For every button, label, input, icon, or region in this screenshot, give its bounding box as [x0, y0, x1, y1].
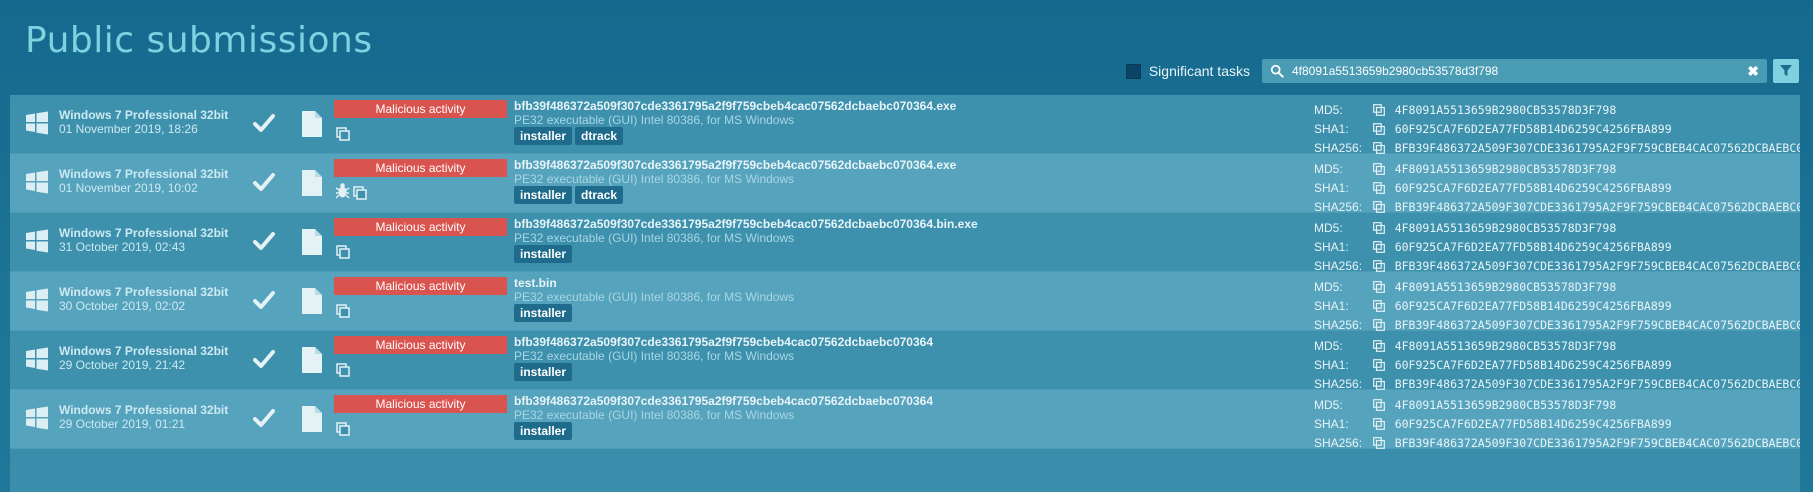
sha1-line: SHA1: 60F925CA7F6D2EA77FD58B14D6259C4256…	[1314, 240, 1672, 254]
search-input[interactable]	[1292, 64, 1742, 78]
copy-sha256-icon[interactable]	[1373, 142, 1386, 154]
sha256-label: SHA256:	[1314, 259, 1363, 272]
sha256-label: SHA256:	[1314, 377, 1363, 390]
sha1-label: SHA1:	[1314, 181, 1349, 195]
sha256-value[interactable]: BFB39F486372A509F307CDE3361795A2F9F759CB…	[1395, 436, 1800, 449]
sha1-label: SHA1:	[1314, 299, 1349, 313]
md5-value[interactable]: 4F8091A5513659B2980CB53578D3F798	[1395, 398, 1617, 412]
copy-sha256-icon[interactable]	[1373, 378, 1386, 390]
task-row[interactable]: Windows 7 Professional 32bit 31 October …	[10, 213, 1800, 272]
page-title: Public submissions	[25, 20, 373, 61]
md5-label: MD5:	[1314, 103, 1343, 117]
sha1-label: SHA1:	[1314, 240, 1349, 254]
sha256-line: SHA256: BFB39F486372A509F307CDE3361795A2…	[1314, 259, 1800, 272]
copy-sha1-icon[interactable]	[1373, 418, 1386, 430]
sha256-value[interactable]: BFB39F486372A509F307CDE3361795A2F9F759CB…	[1395, 259, 1800, 272]
copy-md5-icon[interactable]	[1373, 163, 1386, 175]
copy-sha1-icon[interactable]	[1373, 241, 1386, 253]
search-icon	[1270, 64, 1284, 78]
sha256-line: SHA256: BFB39F486372A509F307CDE3361795A2…	[1314, 141, 1800, 154]
md5-label: MD5:	[1314, 162, 1343, 176]
md5-value[interactable]: 4F8091A5513659B2980CB53578D3F798	[1395, 162, 1617, 176]
md5-line: MD5: 4F8091A5513659B2980CB53578D3F798	[1314, 339, 1616, 353]
hash-block: MD5: 4F8091A5513659B2980CB53578D3F798 SH…	[10, 154, 1800, 213]
sha256-line: SHA256: BFB39F486372A509F307CDE3361795A2…	[1314, 318, 1800, 331]
sha256-line: SHA256: BFB39F486372A509F307CDE3361795A2…	[1314, 200, 1800, 213]
sha1-value[interactable]: 60F925CA7F6D2EA77FD58B14D6259C4256FBA899	[1395, 358, 1672, 372]
copy-sha256-icon[interactable]	[1373, 319, 1386, 331]
copy-md5-icon[interactable]	[1373, 340, 1386, 352]
copy-sha1-icon[interactable]	[1373, 182, 1386, 194]
sha1-value[interactable]: 60F925CA7F6D2EA77FD58B14D6259C4256FBA899	[1395, 240, 1672, 254]
copy-sha1-icon[interactable]	[1373, 359, 1386, 371]
sha256-label: SHA256:	[1314, 141, 1363, 154]
md5-line: MD5: 4F8091A5513659B2980CB53578D3F798	[1314, 103, 1616, 117]
sha1-value[interactable]: 60F925CA7F6D2EA77FD58B14D6259C4256FBA899	[1395, 299, 1672, 313]
md5-value[interactable]: 4F8091A5513659B2980CB53578D3F798	[1395, 103, 1617, 117]
md5-value[interactable]: 4F8091A5513659B2980CB53578D3F798	[1395, 221, 1617, 235]
md5-line: MD5: 4F8091A5513659B2980CB53578D3F798	[1314, 398, 1616, 412]
sha1-line: SHA1: 60F925CA7F6D2EA77FD58B14D6259C4256…	[1314, 181, 1672, 195]
md5-label: MD5:	[1314, 339, 1343, 353]
copy-md5-icon[interactable]	[1373, 281, 1386, 293]
sha256-label: SHA256:	[1314, 318, 1363, 331]
hash-block: MD5: 4F8091A5513659B2980CB53578D3F798 SH…	[10, 331, 1800, 390]
md5-line: MD5: 4F8091A5513659B2980CB53578D3F798	[1314, 162, 1616, 176]
copy-sha256-icon[interactable]	[1373, 201, 1386, 213]
task-list: Windows 7 Professional 32bit 01 November…	[10, 95, 1800, 492]
sha256-label: SHA256:	[1314, 436, 1363, 449]
sha256-value[interactable]: BFB39F486372A509F307CDE3361795A2F9F759CB…	[1395, 200, 1800, 213]
sha1-value[interactable]: 60F925CA7F6D2EA77FD58B14D6259C4256FBA899	[1395, 181, 1672, 195]
md5-value[interactable]: 4F8091A5513659B2980CB53578D3F798	[1395, 280, 1617, 294]
sha256-label: SHA256:	[1314, 200, 1363, 213]
sha1-value[interactable]: 60F925CA7F6D2EA77FD58B14D6259C4256FBA899	[1395, 122, 1672, 136]
sha1-value[interactable]: 60F925CA7F6D2EA77FD58B14D6259C4256FBA899	[1395, 417, 1672, 431]
search-box: ✖	[1262, 59, 1767, 83]
md5-label: MD5:	[1314, 221, 1343, 235]
sha1-line: SHA1: 60F925CA7F6D2EA77FD58B14D6259C4256…	[1314, 358, 1672, 372]
funnel-icon	[1780, 65, 1792, 76]
task-row[interactable]: Windows 7 Professional 32bit 29 October …	[10, 331, 1800, 390]
copy-sha256-icon[interactable]	[1373, 437, 1386, 449]
sha1-line: SHA1: 60F925CA7F6D2EA77FD58B14D6259C4256…	[1314, 417, 1672, 431]
copy-sha256-icon[interactable]	[1373, 260, 1386, 272]
md5-line: MD5: 4F8091A5513659B2980CB53578D3F798	[1314, 221, 1616, 235]
md5-label: MD5:	[1314, 280, 1343, 294]
sha1-label: SHA1:	[1314, 122, 1349, 136]
task-row[interactable]: Windows 7 Professional 32bit 01 November…	[10, 154, 1800, 213]
hash-block: MD5: 4F8091A5513659B2980CB53578D3F798 SH…	[10, 95, 1800, 154]
sha1-line: SHA1: 60F925CA7F6D2EA77FD58B14D6259C4256…	[1314, 299, 1672, 313]
filter-bar: Significant tasks ✖	[1125, 58, 1799, 84]
sha1-label: SHA1:	[1314, 358, 1349, 372]
md5-value[interactable]: 4F8091A5513659B2980CB53578D3F798	[1395, 339, 1617, 353]
hash-block: MD5: 4F8091A5513659B2980CB53578D3F798 SH…	[10, 272, 1800, 331]
sha256-value[interactable]: BFB39F486372A509F307CDE3361795A2F9F759CB…	[1395, 377, 1800, 390]
sha1-line: SHA1: 60F925CA7F6D2EA77FD58B14D6259C4256…	[1314, 122, 1672, 136]
copy-md5-icon[interactable]	[1373, 222, 1386, 234]
copy-sha1-icon[interactable]	[1373, 300, 1386, 312]
hash-block: MD5: 4F8091A5513659B2980CB53578D3F798 SH…	[10, 390, 1800, 449]
filter-button[interactable]	[1773, 59, 1799, 83]
significant-tasks-checkbox[interactable]	[1125, 63, 1141, 79]
significant-tasks-label[interactable]: Significant tasks	[1149, 63, 1250, 79]
hash-block: MD5: 4F8091A5513659B2980CB53578D3F798 SH…	[10, 213, 1800, 272]
sha256-line: SHA256: BFB39F486372A509F307CDE3361795A2…	[1314, 377, 1800, 390]
copy-md5-icon[interactable]	[1373, 104, 1386, 116]
task-row[interactable]: Windows 7 Professional 32bit 30 October …	[10, 272, 1800, 331]
copy-md5-icon[interactable]	[1373, 399, 1386, 411]
clear-icon[interactable]: ✖	[1747, 63, 1759, 80]
md5-line: MD5: 4F8091A5513659B2980CB53578D3F798	[1314, 280, 1616, 294]
task-row[interactable]: Windows 7 Professional 32bit 01 November…	[10, 95, 1800, 154]
sha1-label: SHA1:	[1314, 417, 1349, 431]
task-row[interactable]: Windows 7 Professional 32bit 29 October …	[10, 390, 1800, 449]
sha256-value[interactable]: BFB39F486372A509F307CDE3361795A2F9F759CB…	[1395, 318, 1800, 331]
md5-label: MD5:	[1314, 398, 1343, 412]
copy-sha1-icon[interactable]	[1373, 123, 1386, 135]
sha256-line: SHA256: BFB39F486372A509F307CDE3361795A2…	[1314, 436, 1800, 449]
sha256-value[interactable]: BFB39F486372A509F307CDE3361795A2F9F759CB…	[1395, 141, 1800, 154]
